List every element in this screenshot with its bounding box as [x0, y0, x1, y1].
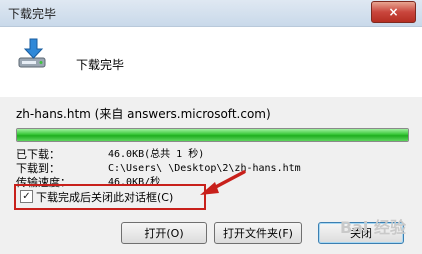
window-close-button[interactable]: ×: [371, 1, 416, 23]
close-icon: ×: [388, 5, 399, 19]
red-arrow-icon: [200, 170, 246, 195]
detail-label: 下载到：: [16, 162, 60, 175]
close-on-complete-label[interactable]: 下载完成后关闭此对话框(C): [36, 189, 173, 205]
open-folder-button[interactable]: 打开文件夹(F): [214, 222, 302, 244]
open-button[interactable]: 打开(O): [121, 222, 207, 244]
progress-bar: [16, 128, 409, 142]
detail-label: 已下载：: [16, 148, 60, 161]
download-arrow-icon: [18, 38, 46, 68]
source-line: zh-hans.htm (来自 answers.microsoft.com): [16, 107, 271, 121]
progress-fill: [17, 129, 408, 141]
detail-row-downloaded: 已下载： 46.0KB(总共 1 秒): [16, 148, 408, 162]
window-title: 下载完毕: [8, 7, 57, 21]
close-on-complete-highlight: ✓ 下载完成后关闭此对话框(C): [14, 184, 206, 210]
dialog-header: 下载完毕: [0, 27, 422, 97]
watermark: Bai 经验: [339, 218, 406, 237]
close-on-complete-checkbox[interactable]: ✓: [20, 190, 33, 203]
header-title: 下载完毕: [76, 58, 125, 72]
title-bar: 下载完毕 ×: [0, 0, 422, 27]
detail-value: 46.0KB(总共 1 秒): [108, 149, 205, 160]
